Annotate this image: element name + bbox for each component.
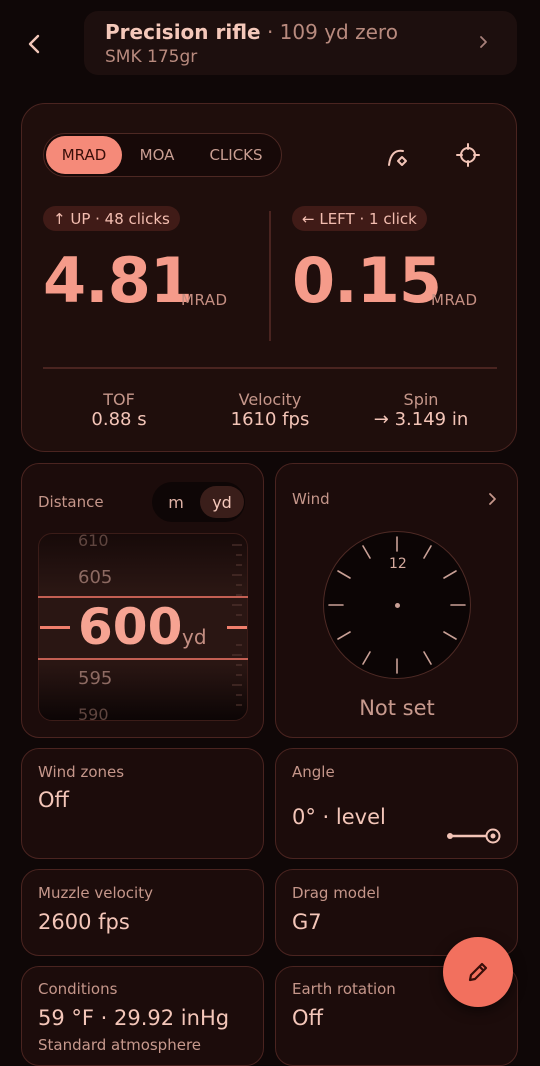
windage-value: 0.15 — [292, 244, 442, 317]
wind-zones-value: Off — [38, 788, 69, 812]
spin-value: → 3.149 in — [373, 409, 469, 430]
chevron-left-icon — [28, 34, 40, 54]
wind-dial-center — [395, 603, 400, 608]
unit-option-yd[interactable]: yd — [200, 486, 244, 518]
profile-subtitle: SMK 175gr — [105, 47, 198, 67]
distance-tick: 610 — [78, 531, 109, 550]
solution-vertical-divider — [269, 211, 271, 341]
drag-model-value: G7 — [292, 910, 322, 934]
windage-unit: MRAD — [431, 291, 478, 309]
tof-value: 0.88 s — [91, 409, 147, 430]
solution-horizontal-divider — [43, 367, 497, 369]
edit-fab-button[interactable] — [443, 937, 513, 1007]
profile-title: Precision rifle · 109 yd zero — [105, 20, 398, 44]
muzzle-velocity-label: Muzzle velocity — [38, 884, 153, 902]
distance-label: Distance — [38, 493, 104, 511]
angle-level-icon — [447, 828, 501, 844]
unit-option-m[interactable]: m — [154, 486, 198, 518]
segment-moa[interactable]: MOA — [124, 136, 190, 174]
selection-marker-left — [40, 626, 70, 629]
conditions-note: Standard atmosphere — [38, 1036, 202, 1054]
earth-rotation-label: Earth rotation — [292, 980, 396, 998]
trajectory-icon — [388, 149, 407, 166]
selection-band-bottom — [38, 658, 248, 660]
distance-tick: 595 — [78, 668, 113, 689]
angle-value: 0° · level — [292, 805, 386, 829]
wind-label: Wind — [292, 490, 330, 508]
velocity-label: Velocity — [238, 390, 302, 409]
distance-tick: 590 — [78, 705, 109, 724]
earth-rotation-value: Off — [292, 1006, 323, 1030]
conditions-value: 59 °F · 29.92 inHg — [38, 1006, 230, 1030]
tof-label: TOF — [103, 390, 135, 409]
elevation-value: 4.81 — [43, 244, 193, 317]
distance-value: 600 — [78, 598, 183, 656]
chevron-right-icon — [487, 491, 497, 511]
angle-label: Angle — [292, 763, 335, 781]
segment-mrad[interactable]: MRAD — [46, 136, 122, 174]
target-button[interactable] — [451, 138, 485, 172]
conditions-label: Conditions — [38, 980, 118, 998]
muzzle-velocity-value: 2600 fps — [38, 910, 130, 934]
selection-marker-right — [227, 626, 247, 629]
elevation-unit: MRAD — [181, 291, 228, 309]
elevation-clicks-chip: ↑ UP · 48 clicks — [43, 206, 180, 231]
crosshair-icon — [456, 143, 480, 167]
windage-clicks-chip: ← LEFT · 1 click — [292, 206, 427, 231]
segment-clicks[interactable]: CLICKS — [192, 136, 280, 174]
back-button[interactable] — [18, 28, 50, 60]
distance-unit: yd — [182, 625, 207, 649]
profile-name: Precision rifle — [105, 20, 261, 44]
drag-model-label: Drag model — [292, 884, 380, 902]
spin-label: Spin — [403, 390, 439, 409]
distance-tick: 605 — [78, 567, 113, 588]
chevron-right-icon — [478, 34, 488, 54]
wind-status: Not set — [359, 696, 435, 720]
wind-zones-label: Wind zones — [38, 763, 125, 781]
pencil-icon — [468, 962, 488, 982]
velocity-value: 1610 fps — [230, 409, 310, 430]
wind-dial-12: 12 — [389, 556, 407, 572]
trajectory-button[interactable] — [381, 139, 415, 173]
profile-zero: · 109 yd zero — [266, 20, 398, 44]
